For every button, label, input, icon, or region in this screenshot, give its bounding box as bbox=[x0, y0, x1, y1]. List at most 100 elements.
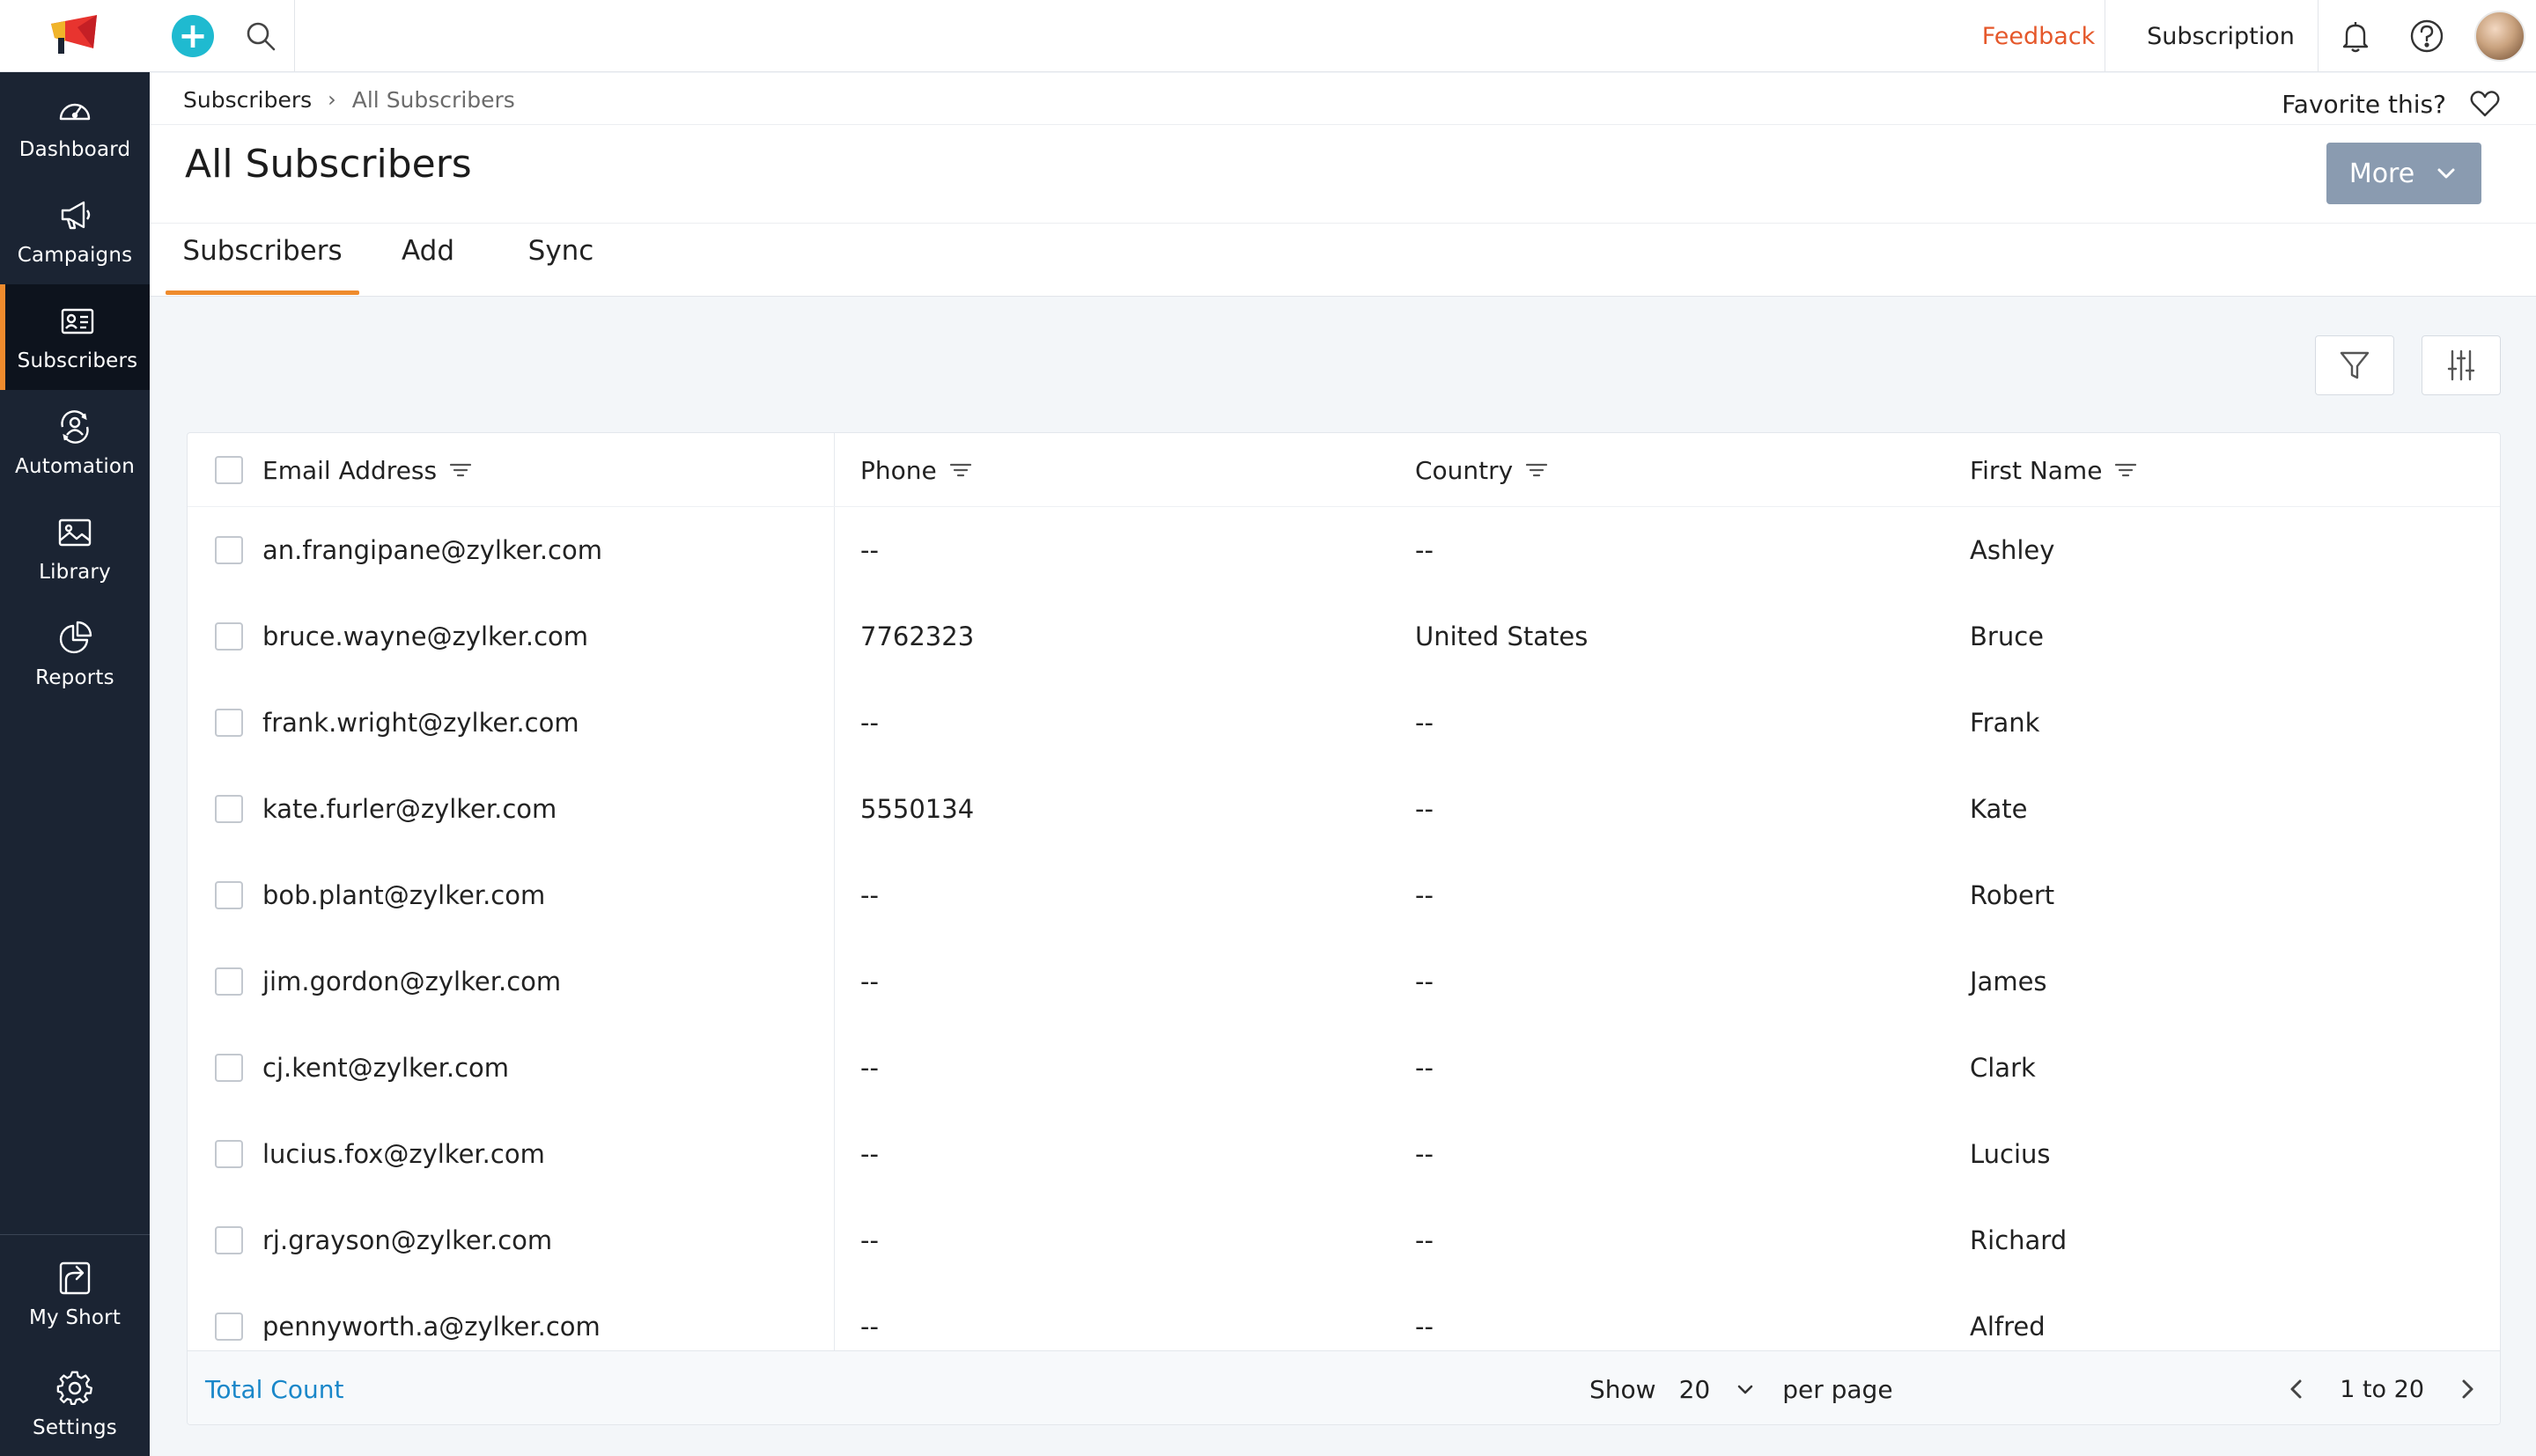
page-title: All Subscribers bbox=[185, 142, 472, 187]
table-row[interactable]: cj.kent@zylker.com -- -- Clark bbox=[188, 1025, 2500, 1111]
help-button[interactable] bbox=[2392, 0, 2462, 72]
page-range: 1 to 20 bbox=[2340, 1375, 2424, 1403]
cell-email[interactable]: kate.furler@zylker.com bbox=[262, 766, 557, 852]
cell-email[interactable]: frank.wright@zylker.com bbox=[262, 680, 579, 766]
user-avatar-button[interactable] bbox=[2464, 0, 2536, 72]
cell-email[interactable]: jim.gordon@zylker.com bbox=[262, 938, 561, 1025]
row-checkbox[interactable] bbox=[215, 536, 243, 564]
row-checkbox[interactable] bbox=[215, 1313, 243, 1341]
total-count-link[interactable]: Total Count bbox=[205, 1351, 343, 1424]
cell-email[interactable]: rj.grayson@zylker.com bbox=[262, 1197, 552, 1283]
app-logo[interactable] bbox=[0, 0, 150, 72]
row-checkbox[interactable] bbox=[215, 709, 243, 737]
cell-first-name: Richard bbox=[1970, 1225, 2068, 1255]
table-row[interactable]: jim.gordon@zylker.com -- -- James bbox=[188, 938, 2500, 1025]
per-page-select[interactable]: 20 bbox=[1679, 1375, 1757, 1404]
row-checkbox[interactable] bbox=[215, 1226, 243, 1254]
table-header: Email Address Phone Country First Name bbox=[188, 433, 2500, 507]
chevron-right-icon[interactable] bbox=[2454, 1376, 2481, 1402]
row-checkbox[interactable] bbox=[215, 622, 243, 651]
table-row[interactable]: lucius.fox@zylker.com -- -- Lucius bbox=[188, 1111, 2500, 1197]
tab-label: Subscribers bbox=[182, 235, 343, 267]
cell-phone: 5550134 bbox=[860, 794, 975, 824]
filter-button[interactable] bbox=[2315, 335, 2394, 395]
table-footer: Total Count Show 20 per page 1 to 20 bbox=[188, 1350, 2500, 1424]
cell-first-name: Lucius bbox=[1970, 1139, 2051, 1169]
sidebar-item-label: My Short bbox=[28, 1306, 122, 1329]
plus-icon: + bbox=[172, 15, 214, 57]
cell-country: -- bbox=[1415, 1225, 1434, 1255]
subscription-link[interactable]: Subscription bbox=[2115, 0, 2326, 72]
cell-email[interactable]: lucius.fox@zylker.com bbox=[262, 1111, 545, 1197]
table-row[interactable]: bob.plant@zylker.com -- -- Robert bbox=[188, 852, 2500, 938]
favorite-toggle[interactable]: Favorite this? bbox=[2282, 82, 2501, 126]
sidebar-item-label: Automation bbox=[15, 455, 135, 478]
sort-icon[interactable] bbox=[1525, 460, 1548, 480]
table-row[interactable]: an.frangipane@zylker.com -- -- Ashley bbox=[188, 507, 2500, 593]
breadcrumb-parent-link[interactable]: Subscribers bbox=[183, 87, 312, 113]
cell-email[interactable]: an.frangipane@zylker.com bbox=[262, 507, 602, 593]
top-bar: + Feedback Subscription bbox=[150, 0, 2536, 72]
sidebar-item-reports[interactable]: Reports bbox=[0, 601, 150, 707]
select-all-checkbox[interactable] bbox=[215, 456, 243, 484]
tab-add[interactable]: Add bbox=[393, 235, 463, 295]
row-checkbox[interactable] bbox=[215, 1054, 243, 1082]
tab-subscribers[interactable]: Subscribers bbox=[166, 235, 359, 295]
column-header-label: Phone bbox=[860, 455, 937, 485]
sliders-icon bbox=[2447, 349, 2475, 381]
more-dropdown-button[interactable]: More bbox=[2326, 143, 2481, 204]
image-icon bbox=[58, 518, 92, 547]
row-checkbox[interactable] bbox=[215, 967, 243, 996]
cell-first-name: Clark bbox=[1970, 1053, 2036, 1083]
feedback-link[interactable]: Feedback bbox=[1964, 0, 2113, 72]
column-header-email[interactable]: Email Address bbox=[262, 433, 472, 507]
per-page-value: 20 bbox=[1678, 1374, 1711, 1404]
cell-phone: -- bbox=[860, 1139, 879, 1169]
cell-first-name: James bbox=[1970, 967, 2047, 996]
cell-country: -- bbox=[1415, 708, 1434, 738]
sort-icon[interactable] bbox=[2114, 460, 2137, 480]
cell-email[interactable]: bob.plant@zylker.com bbox=[262, 852, 545, 938]
column-header-first-name[interactable]: First Name bbox=[1970, 433, 2137, 507]
sidebar-item-dashboard[interactable]: Dashboard bbox=[0, 73, 150, 179]
cell-country: -- bbox=[1415, 1053, 1434, 1083]
notifications-button[interactable] bbox=[2319, 0, 2392, 72]
sort-icon[interactable] bbox=[449, 460, 472, 480]
table-row[interactable]: kate.furler@zylker.com 5550134 -- Kate bbox=[188, 766, 2500, 852]
sidebar-item-settings[interactable]: Settings bbox=[0, 1352, 150, 1456]
chevron-down-icon bbox=[2437, 168, 2455, 179]
sidebar-item-campaigns[interactable]: Campaigns bbox=[0, 179, 150, 284]
sort-icon[interactable] bbox=[949, 460, 972, 480]
avatar bbox=[2474, 11, 2525, 62]
topbar-divider bbox=[294, 0, 295, 72]
sidebar-item-subscribers[interactable]: Subscribers bbox=[0, 284, 150, 390]
tab-sync[interactable]: Sync bbox=[521, 235, 601, 295]
pagination: 1 to 20 bbox=[2283, 1351, 2481, 1424]
column-header-country[interactable]: Country bbox=[1415, 433, 1548, 507]
column-header-phone[interactable]: Phone bbox=[860, 433, 972, 507]
search-button[interactable] bbox=[234, 0, 287, 72]
table-row[interactable]: bruce.wayne@zylker.com 7762323 United St… bbox=[188, 593, 2500, 680]
sidebar-item-label: Subscribers bbox=[17, 349, 138, 372]
help-icon bbox=[2410, 19, 2444, 53]
column-header-label: Email Address bbox=[262, 455, 438, 485]
row-checkbox[interactable] bbox=[215, 1140, 243, 1168]
create-button[interactable]: + bbox=[166, 0, 220, 72]
sidebar-item-library[interactable]: Library bbox=[0, 496, 150, 601]
column-settings-button[interactable] bbox=[2422, 335, 2501, 395]
cell-email[interactable]: cj.kent@zylker.com bbox=[262, 1025, 509, 1111]
row-checkbox[interactable] bbox=[215, 881, 243, 909]
sidebar-item-automation[interactable]: Automation bbox=[0, 390, 150, 496]
chevron-left-icon[interactable] bbox=[2283, 1376, 2310, 1402]
favorite-label: Favorite this? bbox=[2282, 89, 2446, 119]
table-row[interactable]: frank.wright@zylker.com -- -- Frank bbox=[188, 680, 2500, 766]
subscribers-table: Email Address Phone Country First Name a… bbox=[187, 432, 2501, 1425]
cell-email[interactable]: bruce.wayne@zylker.com bbox=[262, 593, 588, 680]
heart-icon bbox=[2470, 91, 2500, 117]
breadcrumb-separator: › bbox=[328, 87, 336, 112]
cell-first-name: Bruce bbox=[1970, 621, 2044, 651]
sidebar-item-my-short[interactable]: My Short bbox=[0, 1241, 150, 1347]
contact-card-icon bbox=[61, 308, 94, 335]
table-row[interactable]: rj.grayson@zylker.com -- -- Richard bbox=[188, 1197, 2500, 1283]
row-checkbox[interactable] bbox=[215, 795, 243, 823]
